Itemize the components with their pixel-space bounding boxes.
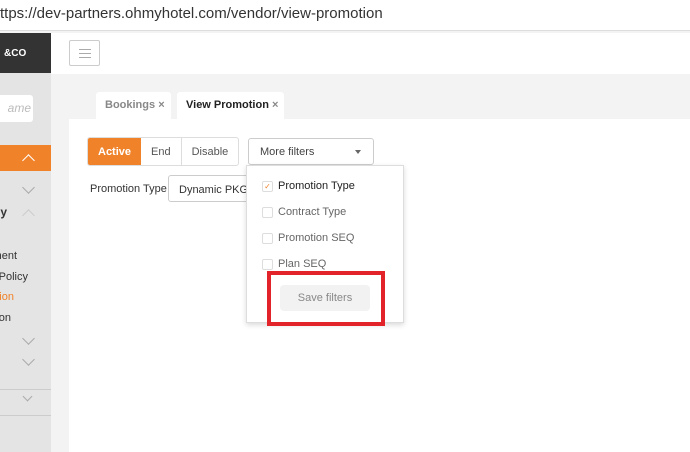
- chevron-down-icon[interactable]: [22, 181, 35, 194]
- option-label: Promotion SEQ: [278, 232, 355, 244]
- sidebar-item[interactable]: ement: [0, 250, 17, 262]
- option-label: Contract Type: [278, 206, 347, 218]
- sidebar-active-section[interactable]: [0, 145, 51, 171]
- chevron-down-icon[interactable]: [22, 332, 35, 345]
- sidebar-search-input[interactable]: ame: [0, 95, 33, 122]
- address-bar[interactable]: ttps://dev-partners.ohmyhotel.com/vendor…: [0, 0, 690, 31]
- filter-option-contract-type[interactable]: Contract Type: [262, 206, 346, 218]
- close-icon[interactable]: ×: [158, 99, 164, 111]
- tab-bookings[interactable]: Bookings ×: [96, 92, 171, 119]
- status-active-button[interactable]: Active: [88, 138, 142, 165]
- status-disable-button[interactable]: Disable: [180, 138, 239, 165]
- option-label: Plan SEQ: [278, 258, 327, 270]
- checkbox[interactable]: [262, 232, 273, 244]
- more-filters-label: More filters: [260, 146, 315, 158]
- caret-down-icon: [355, 150, 361, 157]
- tab-label: Bookings: [105, 99, 156, 111]
- status-filter: Active End Disable: [87, 137, 240, 166]
- tab-view-promotion[interactable]: View Promotion ×: [177, 92, 284, 119]
- option-label: Promotion Type: [278, 180, 355, 192]
- divider: [0, 389, 51, 390]
- top-bar: [51, 33, 690, 74]
- highlight-box: [267, 271, 385, 326]
- promotion-type-label: Promotion Type: [90, 183, 167, 195]
- sidebar: &CO ame y ement Policy tion on: [0, 33, 51, 452]
- status-end-button[interactable]: End: [141, 138, 181, 165]
- chevron-up-icon[interactable]: [22, 209, 35, 222]
- chevron-up-icon: [22, 154, 35, 167]
- menu-toggle-button[interactable]: [69, 40, 100, 66]
- sidebar-item[interactable]: on: [0, 312, 11, 324]
- more-filters-dropdown[interactable]: More filters: [248, 138, 374, 165]
- chevron-down-icon[interactable]: [22, 391, 33, 402]
- url-text: ttps://dev-partners.ohmyhotel.com/vendor…: [0, 5, 383, 22]
- divider: [0, 415, 51, 416]
- filter-option-plan-seq[interactable]: Plan SEQ: [262, 258, 326, 270]
- logo: &CO: [0, 33, 51, 73]
- close-icon[interactable]: ×: [272, 99, 278, 111]
- sidebar-item-active[interactable]: tion: [0, 291, 14, 303]
- filter-option-promotion-seq[interactable]: Promotion SEQ: [262, 232, 354, 244]
- tab-label: View Promotion: [186, 99, 269, 111]
- sidebar-item[interactable]: y: [0, 205, 7, 219]
- checkbox-checked[interactable]: ✓: [262, 180, 273, 192]
- checkbox[interactable]: [262, 206, 273, 218]
- sidebar-item[interactable]: Policy: [0, 271, 28, 283]
- checkbox[interactable]: [262, 258, 273, 270]
- chevron-down-icon[interactable]: [22, 353, 35, 366]
- filter-option-promotion-type[interactable]: ✓ Promotion Type: [262, 180, 355, 192]
